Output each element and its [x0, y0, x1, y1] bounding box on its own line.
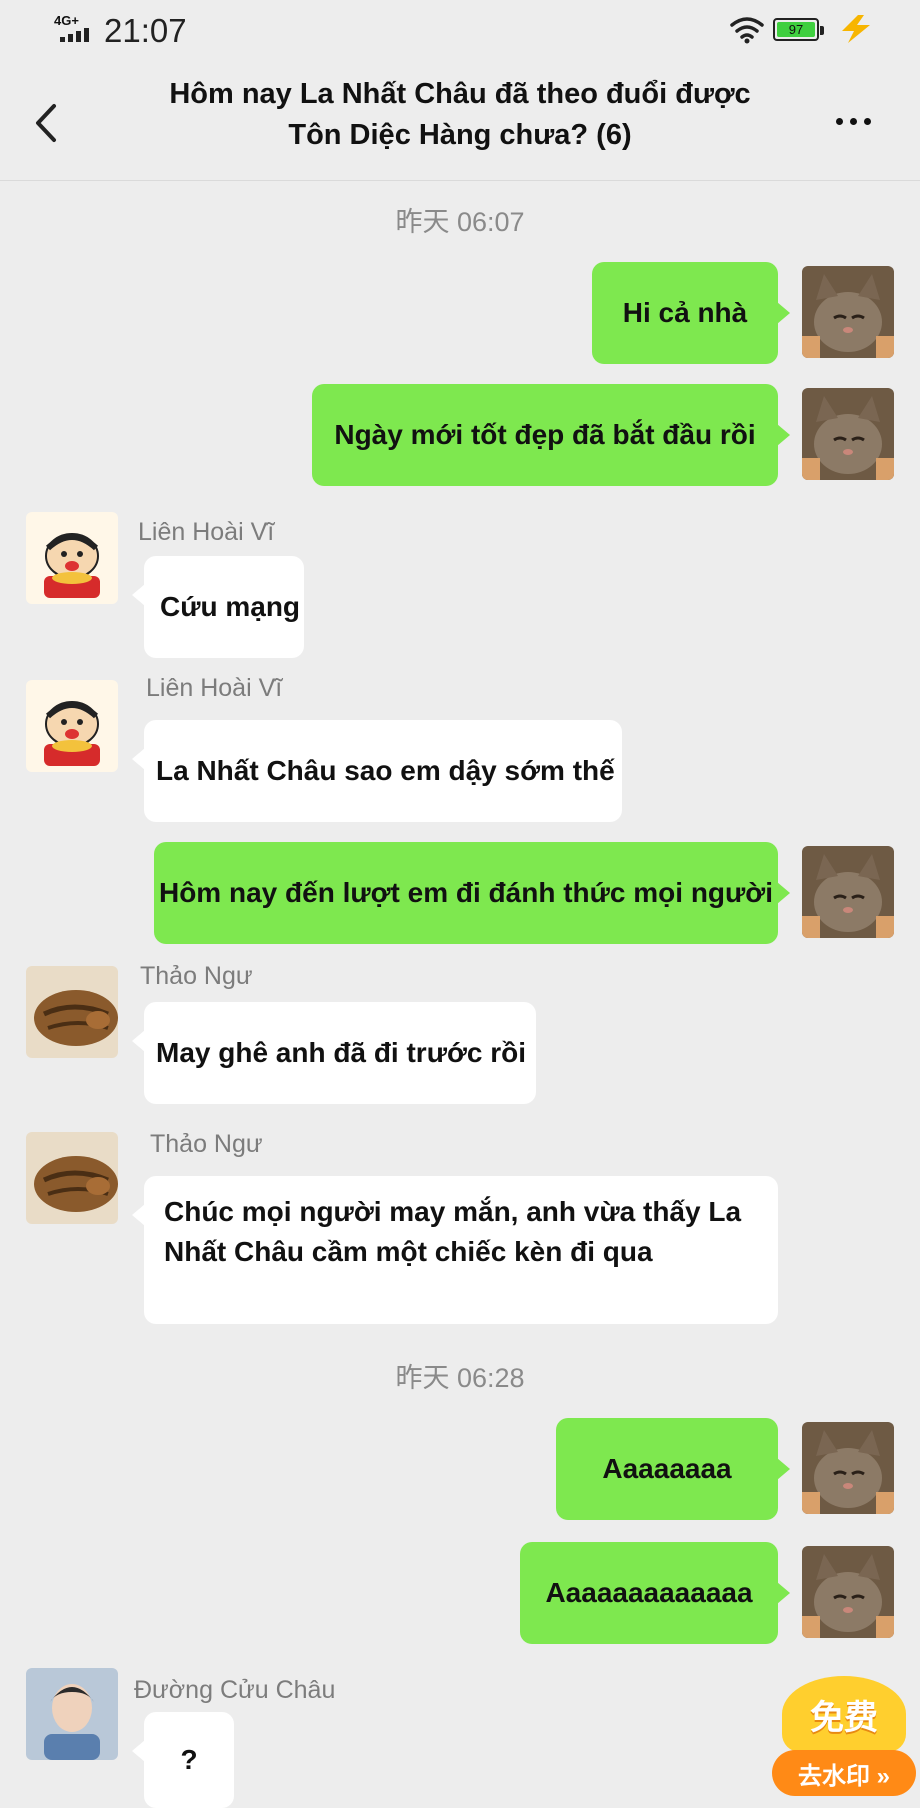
- back-arrow-icon[interactable]: [28, 98, 68, 148]
- sender-avatar[interactable]: [26, 680, 118, 772]
- message-bubble-outgoing[interactable]: Ngày mới tốt đẹp đã bắt đầu rồi: [312, 384, 790, 486]
- sender-name: Liên Hoài Vĩ: [146, 674, 283, 702]
- chat-title-line2: Tôn Diệc Hàng chưa? (6): [288, 119, 632, 151]
- sender-name: Thảo Ngư: [140, 962, 253, 990]
- sender-avatar[interactable]: [26, 512, 118, 604]
- chat-title: Hôm nay La Nhất Châu đã theo đuổi được T…: [150, 74, 770, 156]
- my-avatar[interactable]: [802, 388, 894, 480]
- timestamp: 昨天 06:28: [395, 1363, 525, 1393]
- sender-avatar[interactable]: [26, 966, 118, 1058]
- wifi-icon: [730, 17, 764, 44]
- remove-watermark-badge[interactable]: 免费 去水印 »: [768, 1668, 920, 1808]
- chat-title-line1: Hôm nay La Nhất Châu đã theo đuổi được: [169, 78, 751, 110]
- network-type: 4G+: [54, 13, 79, 28]
- free-label: 免费: [782, 1676, 906, 1752]
- more-options-icon[interactable]: [832, 112, 882, 132]
- my-avatar[interactable]: [802, 1422, 894, 1514]
- sender-avatar[interactable]: [26, 1132, 118, 1224]
- message-bubble-outgoing[interactable]: Hi cả nhà: [592, 262, 790, 364]
- timestamp: 昨天 06:07: [395, 207, 525, 237]
- sender-name: Liên Hoài Vĩ: [138, 518, 275, 546]
- status-bar: 4G+ 21:07 97: [0, 0, 920, 62]
- my-avatar[interactable]: [802, 1546, 894, 1638]
- sender-name: Thảo Ngư: [150, 1130, 263, 1158]
- message-bubble-outgoing[interactable]: Hôm nay đến lượt em đi đánh thức mọi ngư…: [154, 842, 790, 944]
- charging-bolt-icon: [842, 15, 870, 43]
- remove-watermark-label: 去水印 »: [772, 1750, 916, 1796]
- chat-header: Hôm nay La Nhất Châu đã theo đuổi được T…: [0, 62, 920, 181]
- sender-name: Đường Cửu Châu: [134, 1676, 336, 1704]
- message-bubble-incoming[interactable]: La Nhất Châu sao em dậy sớm thế: [132, 720, 622, 822]
- battery-level: 97: [788, 22, 804, 37]
- message-bubble-outgoing[interactable]: Aaaaaaaa: [556, 1418, 790, 1520]
- battery-icon: 97: [773, 18, 824, 41]
- message-bubble-incoming[interactable]: Chúc mọi người may mắn, anh vừa thấy La …: [132, 1176, 778, 1324]
- message-bubble-incoming[interactable]: ?: [132, 1712, 234, 1808]
- message-bubble-outgoing[interactable]: Aaaaaaaaaaaaa: [520, 1542, 790, 1644]
- message-bubble-incoming[interactable]: May ghê anh đã đi trước rồi: [132, 1002, 536, 1104]
- signal-icon: [60, 28, 89, 42]
- my-avatar[interactable]: [802, 846, 894, 938]
- clock: 21:07: [104, 12, 187, 49]
- my-avatar[interactable]: [802, 266, 894, 358]
- message-bubble-incoming[interactable]: Cứu mạng: [132, 556, 304, 658]
- sender-avatar[interactable]: [26, 1668, 118, 1760]
